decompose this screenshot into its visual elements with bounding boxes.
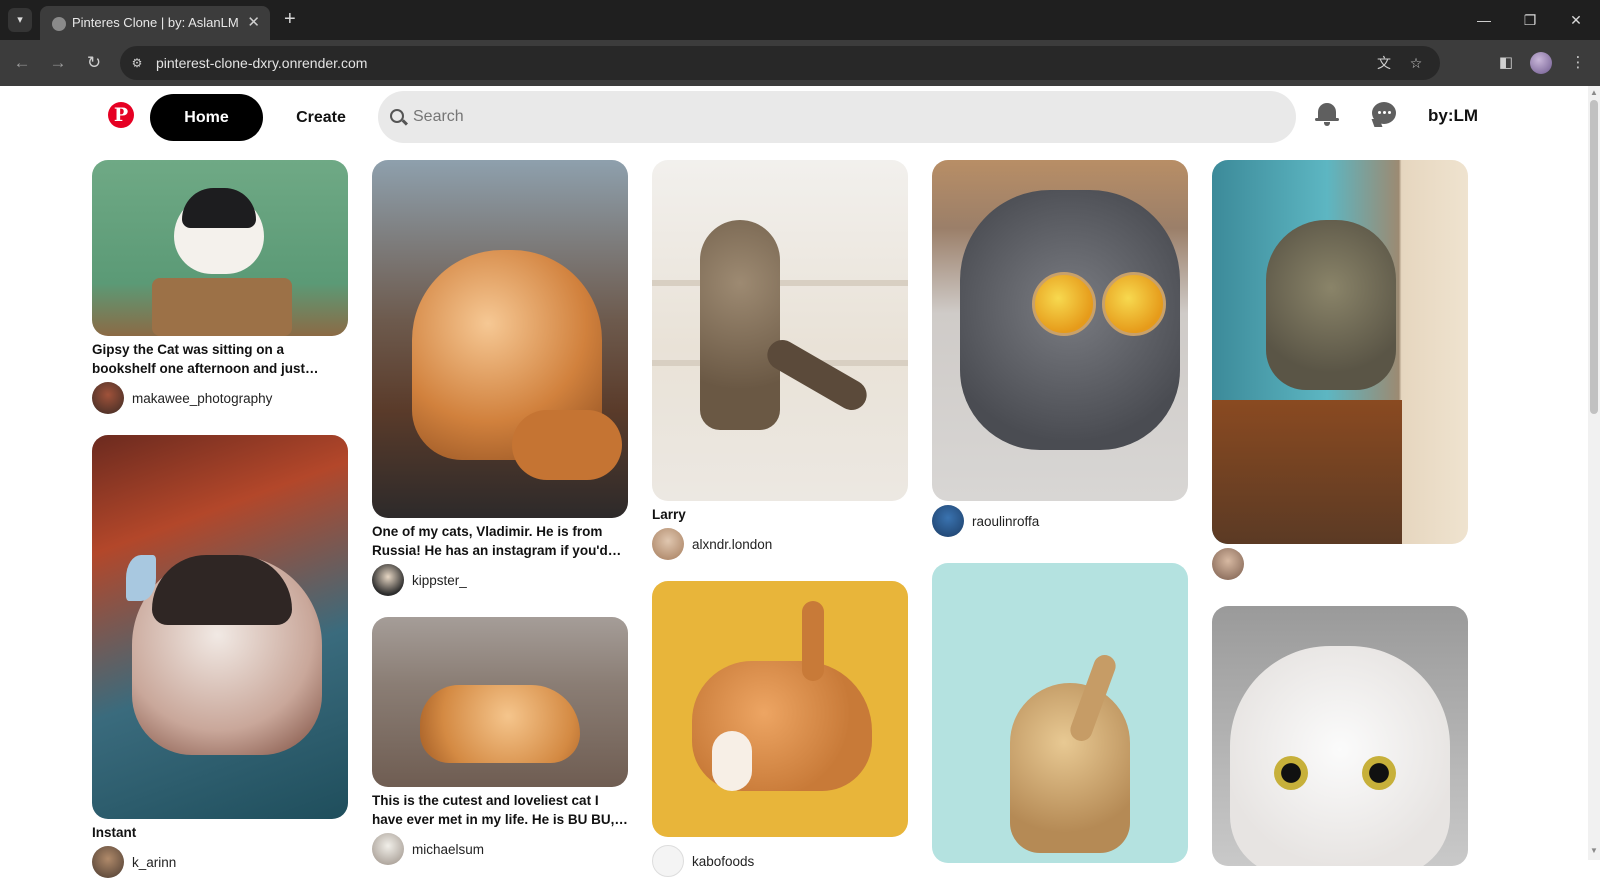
browser-tab[interactable]: Pinteres Clone | by: AslanLM ✕ xyxy=(40,6,270,40)
omnibox[interactable]: ⚙ pinterest-clone-dxry.onrender.com 文 ☆ xyxy=(120,46,1440,80)
pin-card[interactable]: This is the cutest and loveliest cat I h… xyxy=(372,617,628,865)
avatar[interactable] xyxy=(372,833,404,865)
avatar[interactable] xyxy=(932,505,964,537)
username[interactable]: kabofoods xyxy=(692,854,754,869)
pin-card[interactable]: Gipsy the Cat was sitting on a bookshelf… xyxy=(92,160,348,414)
pin-card[interactable] xyxy=(1212,606,1468,866)
close-icon[interactable]: ✕ xyxy=(247,13,260,31)
pin-user[interactable]: kabofoods xyxy=(652,845,908,877)
pin-card[interactable]: kabofoods xyxy=(652,581,908,877)
username[interactable]: alxndr.london xyxy=(692,537,772,552)
username[interactable]: kippster_ xyxy=(412,573,467,588)
bell-icon[interactable] xyxy=(1313,100,1341,128)
cat-photo[interactable] xyxy=(932,160,1188,501)
pin-user[interactable]: kippster_ xyxy=(372,564,628,596)
pinterest-logo-icon[interactable]: P xyxy=(108,102,134,128)
profile-avatar[interactable] xyxy=(1530,52,1552,74)
scroll-thumb[interactable] xyxy=(1590,100,1598,414)
browser-tab-bar: ▾ Pinteres Clone | by: AslanLM ✕ + — ❐ ✕ xyxy=(0,0,1600,40)
plus-icon[interactable]: + xyxy=(284,7,296,31)
pin-user[interactable]: makawee_photography xyxy=(92,382,348,414)
cat-photo[interactable] xyxy=(1212,160,1468,544)
close-window-icon[interactable]: ✕ xyxy=(1562,8,1590,32)
pin-title: Larry xyxy=(652,507,686,522)
search-input[interactable] xyxy=(413,91,1273,143)
chat-icon[interactable] xyxy=(1370,100,1398,128)
pin-user[interactable]: alxndr.london xyxy=(652,528,908,560)
avatar[interactable] xyxy=(652,528,684,560)
username[interactable]: makawee_photography xyxy=(132,391,272,406)
minimize-icon[interactable]: — xyxy=(1470,8,1498,32)
favicon-icon xyxy=(52,17,66,31)
tab-title: Pinteres Clone | by: AslanLM xyxy=(72,15,239,30)
reload-icon[interactable]: ↻ xyxy=(82,51,106,75)
pin-title: This is the cutest and loveliest cat I h… xyxy=(372,793,626,827)
pin-card[interactable] xyxy=(932,563,1188,863)
avatar[interactable] xyxy=(1212,548,1244,580)
restore-icon[interactable]: ❐ xyxy=(1516,8,1544,32)
search-bar xyxy=(378,91,1296,143)
username[interactable]: raoulinroffa xyxy=(972,514,1039,529)
cat-photo[interactable] xyxy=(1212,606,1468,866)
address-bar: ← → ↻ ⚙ pinterest-clone-dxry.onrender.co… xyxy=(0,40,1600,86)
site-header: P Home Create by:LM xyxy=(0,86,1588,152)
pin-title: Instant xyxy=(92,825,137,840)
scroll-down-icon[interactable]: ▼ xyxy=(1588,846,1600,855)
cat-photo[interactable] xyxy=(92,435,348,819)
username[interactable]: k_arinn xyxy=(132,855,176,870)
pin-card[interactable] xyxy=(1212,160,1468,580)
translate-icon[interactable]: 文 xyxy=(1374,53,1394,73)
pin-title: Gipsy the Cat was sitting on a bookshelf… xyxy=(92,342,306,376)
cat-photo[interactable] xyxy=(652,581,908,837)
pin-user[interactable] xyxy=(1212,548,1468,580)
pin-card[interactable]: raoulinroffa xyxy=(932,160,1188,537)
cat-photo[interactable] xyxy=(932,563,1188,863)
star-icon[interactable]: ☆ xyxy=(1406,53,1426,73)
avatar[interactable] xyxy=(372,564,404,596)
site-info-icon[interactable]: ⚙ xyxy=(128,54,146,72)
home-button[interactable]: Home xyxy=(150,94,263,141)
pin-user[interactable]: michaelsum xyxy=(372,833,628,865)
username[interactable]: michaelsum xyxy=(412,842,484,857)
cat-photo[interactable] xyxy=(652,160,908,501)
pin-title: One of my cats, Vladimir. He is from Rus… xyxy=(372,524,608,558)
avatar[interactable] xyxy=(92,846,124,878)
menu-icon[interactable]: ⋮ xyxy=(1566,51,1590,75)
tab-list-icon[interactable]: ▾ xyxy=(8,8,32,32)
avatar[interactable] xyxy=(92,382,124,414)
search-icon xyxy=(390,109,404,123)
page-scrollbar[interactable]: ▲ ▼ xyxy=(1588,86,1600,860)
pin-card[interactable]: One of my cats, Vladimir. He is from Rus… xyxy=(372,160,628,596)
cat-photo[interactable] xyxy=(372,160,628,518)
user-link[interactable]: by:LM xyxy=(1428,106,1478,126)
back-icon[interactable]: ← xyxy=(10,51,34,75)
pin-user[interactable]: raoulinroffa xyxy=(932,505,1188,537)
sidepanel-icon[interactable]: ◧ xyxy=(1494,51,1518,75)
url-text[interactable]: pinterest-clone-dxry.onrender.com xyxy=(156,55,367,71)
cat-photo[interactable] xyxy=(92,160,348,336)
avatar[interactable] xyxy=(652,845,684,877)
cat-photo[interactable] xyxy=(372,617,628,787)
scroll-up-icon[interactable]: ▲ xyxy=(1588,88,1600,97)
forward-icon[interactable]: → xyxy=(46,51,70,75)
pin-user[interactable]: k_arinn xyxy=(92,846,348,878)
pin-card[interactable]: Instant k_arinn xyxy=(92,435,348,878)
pin-card[interactable]: Larry alxndr.london xyxy=(652,160,908,560)
create-button[interactable]: Create xyxy=(282,94,360,141)
